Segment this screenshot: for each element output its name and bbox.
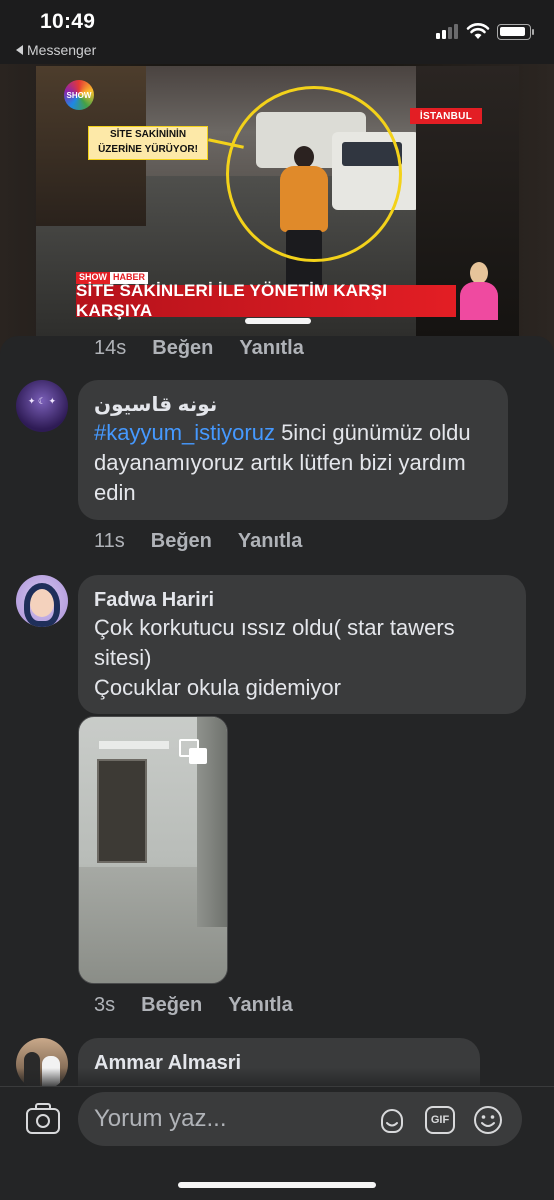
reply-button[interactable]: Yanıtla — [239, 337, 303, 360]
hallway-door — [97, 759, 147, 863]
comment-text: #kayyum_istiyoruz 5inci günümüz oldu day… — [94, 418, 492, 508]
reply-button[interactable]: Yanıtla — [228, 994, 292, 1017]
battery-icon — [497, 24, 534, 40]
home-indicator[interactable] — [178, 1182, 376, 1188]
channel-logo: SHOW — [64, 80, 94, 110]
avatar[interactable] — [16, 575, 68, 627]
video-scrubber-handle[interactable] — [245, 318, 311, 324]
clock: 10:49 — [40, 10, 96, 33]
back-to-app-link[interactable]: Messenger — [16, 42, 96, 58]
comment-input[interactable] — [94, 1092, 364, 1146]
comment-actions: 3s Beğen Yanıtla — [94, 994, 293, 1017]
camera-icon[interactable] — [26, 1102, 60, 1136]
comment-input-container[interactable]: GIF — [78, 1092, 522, 1146]
reply-button[interactable]: Yanıtla — [238, 530, 302, 553]
gif-label: GIF — [425, 1106, 455, 1134]
comment-bubble: نونه قاسيون #kayyum_istiyoruz 5inci günü… — [78, 380, 508, 520]
news-video[interactable]: SHOW İSTANBUL SİTE SAKİNİNİN ÜZERİNE YÜR… — [36, 66, 519, 336]
highlight-circle — [226, 86, 402, 262]
location-tag: İSTANBUL — [410, 108, 482, 124]
like-button[interactable]: Beğen — [141, 994, 202, 1017]
post-actions: 14s Beğen Yanıtla — [94, 337, 304, 360]
comment-time: 11s — [94, 530, 125, 552]
wifi-icon — [466, 23, 490, 39]
like-button[interactable]: Beğen — [151, 530, 212, 553]
video-headline: SİTE SAKİNLERİ İLE YÖNETİM KARŞI KARŞIYA — [76, 281, 456, 320]
comment-text-line: Çok korkutucu ıssız oldu( star tawers si… — [94, 615, 455, 670]
status-bar: 10:49 Messenger — [0, 0, 554, 64]
hashtag-link[interactable]: #kayyum_istiyoruz — [94, 420, 275, 445]
comment-actions: 11s Beğen Yanıtla — [94, 530, 302, 553]
gif-icon[interactable]: GIF — [424, 1104, 456, 1136]
comment-bubble: Fadwa Hariri Çok korkutucu ıssız oldu( s… — [78, 575, 526, 714]
news-anchor — [456, 262, 502, 320]
comment-time: 14s — [94, 337, 127, 359]
like-button[interactable]: Beğen — [152, 337, 213, 360]
battery-level-fill — [500, 27, 525, 36]
comment-author[interactable]: Fadwa Hariri — [94, 587, 510, 613]
avatar-decoration: ✦ ☾ ✦ — [27, 396, 57, 406]
comment-video-attachment[interactable] — [78, 716, 228, 984]
back-app-label: Messenger — [27, 42, 97, 58]
sticker-icon[interactable] — [376, 1104, 408, 1136]
video-callout: SİTE SAKİNİNİN ÜZERİNE YÜRÜYOR! — [88, 126, 208, 160]
comment-time: 3s — [94, 994, 116, 1016]
back-arrow-icon — [16, 45, 23, 55]
avatar[interactable]: ✦ ☾ ✦ — [16, 380, 68, 432]
emoji-icon[interactable] — [472, 1104, 504, 1136]
comment-author[interactable]: نونه قاسيون — [94, 392, 492, 418]
cellular-signal-icon — [436, 24, 458, 39]
comment-text-line: Çocuklar okula gidemiyor — [94, 675, 341, 700]
picture-in-picture-icon[interactable] — [179, 739, 207, 765]
